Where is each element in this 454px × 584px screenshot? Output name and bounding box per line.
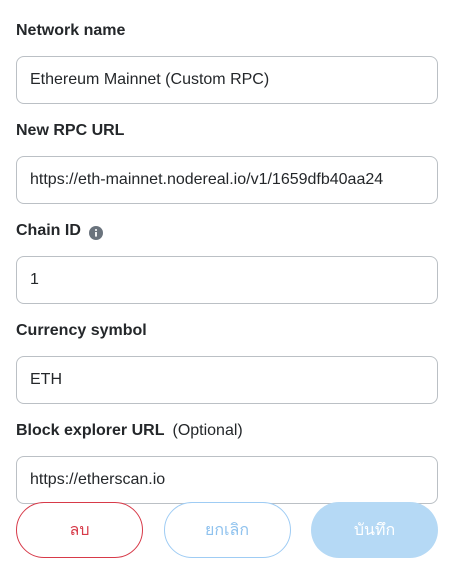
currency-symbol-field: Currency symbol ETH — [16, 318, 438, 404]
chain-id-label: Chain ID — [16, 222, 81, 239]
action-buttons: ลบ ยกเลิก บันทึก — [16, 502, 438, 558]
cancel-button[interactable]: ยกเลิก — [163, 502, 291, 558]
block-explorer-label-row: Block explorer URL (Optional) — [16, 418, 438, 444]
network-name-input[interactable]: Ethereum Mainnet (Custom RPC) — [16, 56, 438, 104]
currency-symbol-label: Currency symbol — [16, 322, 147, 339]
block-explorer-label: Block explorer URL — [16, 422, 165, 439]
network-form: Network name Ethereum Mainnet (Custom RP… — [16, 18, 438, 504]
chain-id-field: Chain ID 1 — [16, 218, 438, 304]
chain-id-input[interactable]: 1 — [16, 256, 438, 304]
delete-button[interactable]: ลบ — [16, 502, 143, 558]
block-explorer-optional-label: (Optional) — [172, 422, 243, 439]
network-name-label-row: Network name — [16, 18, 438, 44]
rpc-url-label-row: New RPC URL — [16, 118, 438, 144]
rpc-url-label: New RPC URL — [16, 122, 125, 139]
save-button[interactable]: บันทึก — [311, 502, 438, 558]
currency-symbol-label-row: Currency symbol — [16, 318, 438, 344]
rpc-url-field: New RPC URL https://eth-mainnet.nodereal… — [16, 118, 438, 204]
block-explorer-field: Block explorer URL (Optional) https://et… — [16, 418, 438, 504]
network-name-label: Network name — [16, 22, 126, 39]
rpc-url-input[interactable]: https://eth-mainnet.nodereal.io/v1/1659d… — [16, 156, 438, 204]
block-explorer-input[interactable]: https://etherscan.io — [16, 456, 438, 504]
chain-id-label-row: Chain ID — [16, 218, 438, 244]
info-icon[interactable] — [88, 226, 103, 240]
currency-symbol-input[interactable]: ETH — [16, 356, 438, 404]
network-name-field: Network name Ethereum Mainnet (Custom RP… — [16, 18, 438, 104]
